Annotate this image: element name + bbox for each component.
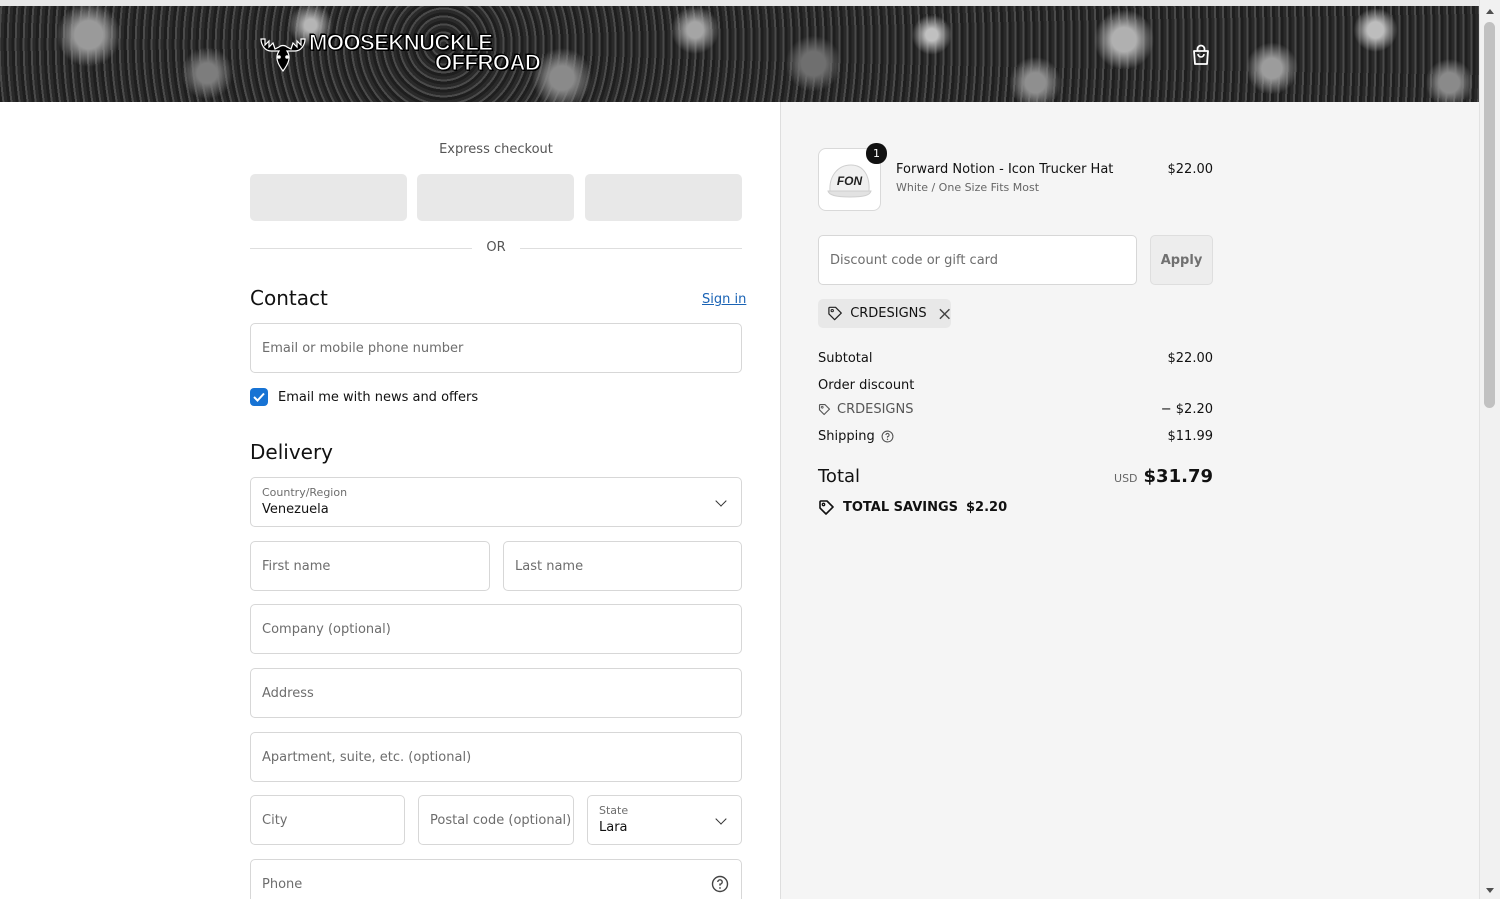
- newsletter-option[interactable]: Email me with news and offers: [250, 388, 478, 406]
- newsletter-checkbox[interactable]: [250, 388, 268, 406]
- express-pay-button-1[interactable]: [250, 174, 407, 221]
- express-checkout-title: Express checkout: [439, 142, 553, 157]
- order-discount-detail-row: CRDESIGNS − $2.20: [818, 402, 1213, 417]
- tag-icon: [819, 500, 834, 515]
- apartment-field[interactable]: Apartment, suite, etc. (optional): [250, 732, 742, 782]
- state-select[interactable]: State Lara: [587, 795, 742, 845]
- site-header: MOOSEKNUCKLE OFFROAD: [0, 6, 1479, 102]
- brand-logo[interactable]: MOOSEKNUCKLE OFFROAD: [257, 31, 541, 75]
- savings-label: TOTAL SAVINGS: [843, 500, 959, 515]
- delivery-heading: Delivery: [250, 440, 334, 464]
- shipping-row: Shipping $11.99: [818, 429, 1213, 444]
- or-divider: OR: [250, 240, 742, 258]
- tag-icon: [818, 403, 831, 416]
- state-label: State: [599, 804, 629, 817]
- scrollbar-thumb[interactable]: [1484, 22, 1495, 408]
- apartment-placeholder: Apartment, suite, etc. (optional): [262, 750, 472, 765]
- applied-code: CRDESIGNS: [850, 306, 927, 321]
- last-name-field[interactable]: Last name: [503, 541, 742, 591]
- total-savings: TOTAL SAVINGS $2.20: [818, 499, 1007, 516]
- newsletter-label: Email me with news and offers: [278, 389, 479, 405]
- company-placeholder: Company (optional): [262, 622, 391, 637]
- email-field[interactable]: Email or mobile phone number: [250, 323, 742, 373]
- hat-logo-text: FON: [837, 174, 863, 188]
- shipping-label: Shipping: [818, 429, 875, 444]
- discount-placeholder: Discount code or gift card: [830, 253, 999, 268]
- applied-discount-chip: CRDESIGNS: [818, 299, 951, 328]
- total-label: Total: [818, 466, 861, 487]
- product-price: $22.00: [1167, 162, 1214, 177]
- express-pay-button-2[interactable]: [417, 174, 574, 221]
- scroll-down-arrow-icon[interactable]: [1486, 888, 1494, 893]
- first-name-field[interactable]: First name: [250, 541, 490, 591]
- phone-placeholder: Phone: [262, 877, 303, 892]
- address-placeholder: Address: [262, 686, 314, 701]
- contact-heading: Contact: [250, 286, 328, 310]
- cart-button[interactable]: [1188, 42, 1214, 68]
- savings-value: $2.20: [966, 500, 1008, 515]
- country-label: Country/Region: [262, 486, 348, 499]
- address-field[interactable]: Address: [250, 668, 742, 718]
- state-value: Lara: [599, 820, 628, 835]
- logo-line-2: OFFROAD: [434, 50, 541, 75]
- company-field[interactable]: Company (optional): [250, 604, 742, 654]
- trucker-hat-image: FON: [827, 164, 872, 198]
- help-circle-icon[interactable]: [711, 875, 729, 893]
- remove-discount-icon[interactable]: [938, 307, 951, 321]
- product-name: Forward Notion - Icon Trucker Hat: [896, 162, 1114, 177]
- checkmark-icon: [253, 392, 265, 402]
- phone-field[interactable]: Phone: [250, 859, 742, 899]
- chevron-down-icon: [715, 813, 727, 825]
- order-discount-value: − $2.20: [1160, 402, 1213, 417]
- postal-code-field[interactable]: Postal code (optional): [418, 795, 574, 845]
- subtotal-row: Subtotal $22.00: [818, 351, 1213, 366]
- country-select[interactable]: Country/Region Venezuela: [250, 477, 742, 527]
- first-name-placeholder: First name: [262, 559, 331, 574]
- subtotal-value: $22.00: [1167, 351, 1214, 366]
- order-discount-row: Order discount: [818, 378, 1213, 393]
- city-placeholder: City: [262, 813, 288, 828]
- chevron-down-icon: [715, 495, 727, 507]
- last-name-placeholder: Last name: [515, 559, 584, 574]
- tag-icon: [828, 306, 842, 321]
- total-row: Total USD $31.79: [818, 466, 1213, 492]
- product-variant: White / One Size Fits Most: [896, 181, 1040, 194]
- total-value: $31.79: [1143, 466, 1213, 487]
- email-placeholder: Email or mobile phone number: [262, 341, 464, 356]
- page-scrollbar[interactable]: [1479, 0, 1500, 899]
- order-discount-label: Order discount: [818, 378, 915, 393]
- shipping-label-wrap: Shipping: [818, 429, 894, 444]
- quantity-badge: 1: [866, 143, 887, 164]
- subtotal-label: Subtotal: [818, 351, 873, 366]
- total-amount-wrap: USD $31.79: [1114, 466, 1213, 487]
- order-discount-code: CRDESIGNS: [837, 402, 914, 417]
- help-circle-icon[interactable]: [881, 430, 894, 443]
- sign-in-link[interactable]: Sign in: [702, 292, 746, 307]
- express-pay-button-3[interactable]: [585, 174, 742, 221]
- logo-wordmark: MOOSEKNUCKLE OFFROAD: [308, 31, 541, 75]
- shopping-bag-icon: [1193, 44, 1209, 65]
- discount-code-field[interactable]: Discount code or gift card: [818, 235, 1137, 285]
- order-discount-code-wrap: CRDESIGNS: [818, 402, 1213, 417]
- shipping-value: $11.99: [1167, 429, 1214, 444]
- moose-antlers-icon: [260, 38, 306, 73]
- postal-code-placeholder: Postal code (optional): [430, 813, 572, 828]
- city-field[interactable]: City: [250, 795, 405, 845]
- scroll-up-arrow-icon[interactable]: [1486, 9, 1494, 14]
- apply-discount-button[interactable]: Apply: [1150, 235, 1213, 285]
- divider-line-right: [520, 248, 742, 249]
- country-value: Venezuela: [262, 502, 329, 517]
- currency-code: USD: [1114, 472, 1138, 485]
